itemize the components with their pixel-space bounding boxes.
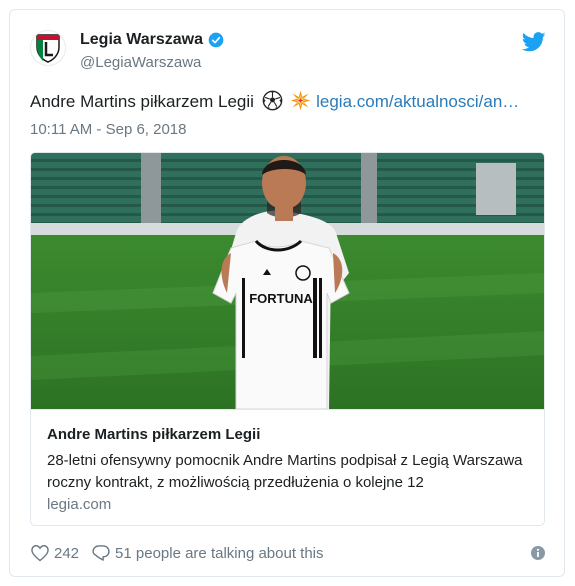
- like-count: 242: [54, 544, 80, 562]
- card-image[interactable]: FORTUNA: [31, 153, 545, 409]
- tweet-text: Andre Martins piłkarzem Legii legia.com/…: [30, 90, 519, 114]
- card-title[interactable]: Andre Martins piłkarzem Legii: [47, 426, 260, 443]
- card-domain: legia.com: [47, 496, 112, 513]
- heart-icon[interactable]: [30, 543, 50, 563]
- verified-badge-icon: [208, 32, 224, 48]
- embedded-tweet: Legia Warszawa @LegiaWarszawa Andre Mart…: [9, 9, 565, 577]
- link-card[interactable]: FORTUNA Andre Martins piłkarzem Legii 28…: [30, 152, 545, 526]
- tweet-link[interactable]: legia.com/aktualnosci/an…: [316, 92, 519, 111]
- conversation-text: 51 people are talking about this: [115, 544, 324, 562]
- conversation-action[interactable]: 51 people are talking about this: [91, 543, 324, 563]
- tweet-timestamp[interactable]: 10:11 AM - Sep 6, 2018: [30, 121, 187, 138]
- jersey-sponsor-text: FORTUNA: [249, 291, 313, 306]
- collision-icon: [291, 90, 311, 111]
- author-display-name[interactable]: Legia Warszawa: [80, 31, 203, 49]
- legia-crest-logo: [36, 34, 60, 63]
- info-icon[interactable]: [530, 545, 546, 561]
- card-body[interactable]: Andre Martins piłkarzem Legii 28-letni o…: [31, 409, 544, 525]
- tweet-text-content: Andre Martins piłkarzem Legii: [30, 92, 254, 111]
- tweet-footer: 242 51 people are talking about this: [30, 542, 546, 564]
- avatar[interactable]: [30, 30, 66, 66]
- soccer-ball-icon: [262, 90, 282, 111]
- twitter-bird-icon[interactable]: [522, 32, 546, 52]
- author-handle[interactable]: @LegiaWarszawa: [80, 54, 201, 71]
- author-name-row[interactable]: Legia Warszawa: [80, 31, 224, 49]
- like-action[interactable]: 242: [30, 543, 79, 563]
- comment-bubble-icon[interactable]: [91, 543, 111, 563]
- card-description: 28-letni ofensywny pomocnik Andre Martin…: [47, 452, 523, 491]
- tweet-header: Legia Warszawa @LegiaWarszawa: [10, 10, 564, 90]
